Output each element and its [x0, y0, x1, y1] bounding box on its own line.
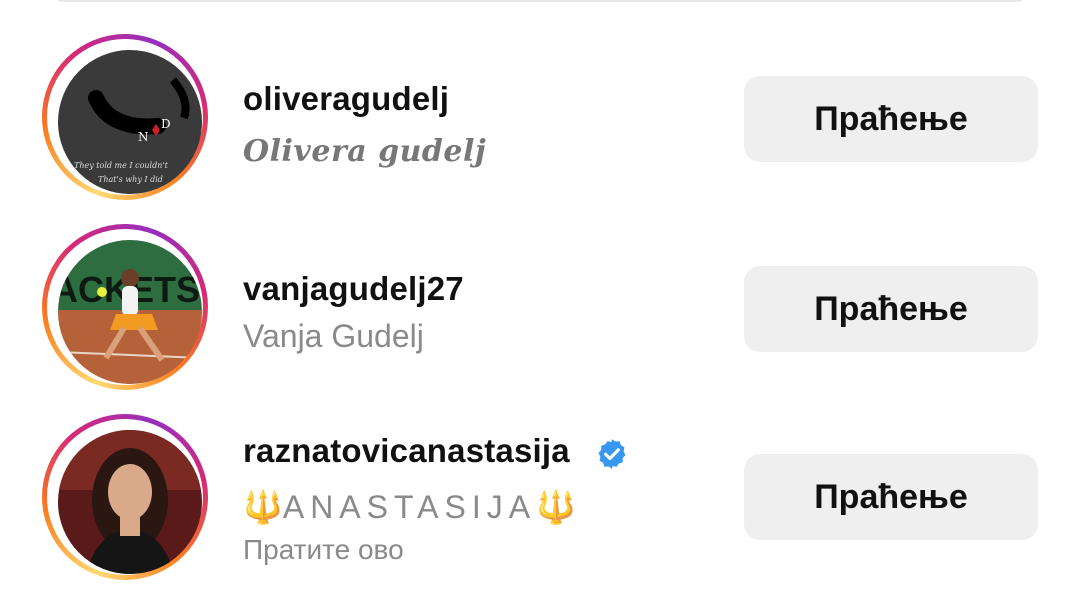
list-item[interactable]: N D They told me I couldn't That's why I…	[0, 30, 1080, 210]
username[interactable]: vanjagudelj27	[243, 270, 464, 308]
full-name: 🔱ANASTASIJA🔱	[243, 488, 576, 526]
avatar: ACKETS	[58, 240, 202, 384]
search-bar-edge[interactable]	[50, 0, 1030, 2]
full-name: Vanja Gudelj	[243, 318, 424, 354]
story-ring[interactable]: N D They told me I couldn't That's why I…	[42, 34, 208, 200]
avatar	[58, 430, 202, 574]
trident-emoji-icon: 🔱	[243, 489, 283, 525]
follow-button[interactable]: Праћење	[744, 266, 1038, 352]
avatar-caption-1: They told me I couldn't	[74, 161, 169, 170]
avatar: N D They told me I couldn't That's why I…	[58, 50, 202, 194]
username[interactable]: oliveragudelj	[243, 80, 449, 118]
username[interactable]: raznatovicanastasija	[243, 432, 570, 470]
avatar-letter-d: D	[161, 117, 171, 131]
verified-badge-icon	[598, 439, 626, 469]
list-item[interactable]: ACKETS vanjagudelj27 Vanja Gudelj Праћењ…	[0, 220, 1080, 400]
story-ring[interactable]: ACKETS	[42, 224, 208, 390]
list-item[interactable]: raznatovicanastasija 🔱ANASTASIJA🔱 Пратит…	[0, 410, 1080, 590]
avatar-letter-n: N	[138, 130, 149, 144]
avatar-caption-2: That's why I did	[98, 175, 163, 184]
follow-button[interactable]: Праћење	[744, 454, 1038, 540]
story-ring[interactable]	[42, 414, 208, 580]
trident-emoji-icon: 🔱	[536, 489, 576, 525]
full-name: Olivera gudelj	[243, 134, 487, 169]
suggestion-reason: Пратите ово	[243, 534, 404, 565]
follow-button[interactable]: Праћење	[744, 76, 1038, 162]
full-name-text: ANASTASIJA	[282, 489, 537, 525]
